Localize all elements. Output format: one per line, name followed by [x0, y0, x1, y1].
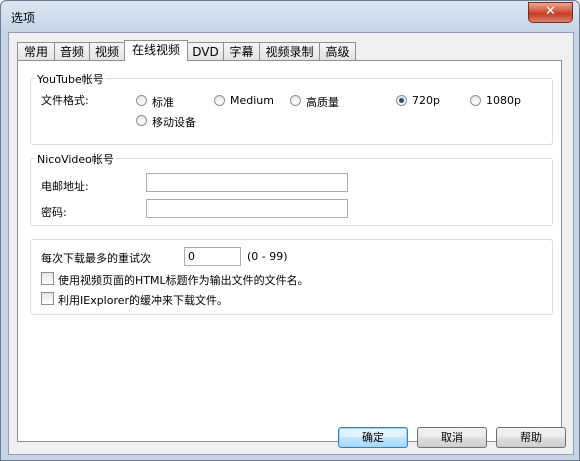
radio-medium-label: Medium — [230, 94, 274, 107]
radio-high-quality-indicator — [290, 95, 301, 106]
close-icon: ✕ — [545, 4, 556, 19]
email-label: 电邮地址: — [41, 180, 89, 193]
youtube-account-group — [30, 78, 553, 145]
dialog-client-area: 常用 音频 视频 在线视频 DVD 字幕 视频录制 高级 YouTube帐号 文… — [8, 32, 574, 455]
window-title: 选项 — [11, 11, 36, 25]
radio-720p-indicator — [396, 95, 407, 106]
ok-button[interactable]: 确定 — [338, 427, 408, 448]
online-video-panel: YouTube帐号 文件格式: 标准 Medium 高质量 720p 1080p — [17, 60, 562, 442]
email-field[interactable] — [146, 173, 348, 192]
ie-cache-checkbox-box — [41, 292, 54, 305]
html-title-filename-checkbox-box — [41, 272, 54, 285]
nicovideo-group-title: NicoVideo帐号 — [35, 151, 116, 167]
radio-high-quality-label: 高质量 — [306, 96, 339, 109]
tab-general[interactable]: 常用 — [17, 42, 55, 60]
options-dialog: 选项 ✕ 常用 音频 视频 在线视频 DVD 字幕 视频录制 高级 YouTub… — [0, 0, 580, 461]
radio-1080p-indicator — [470, 95, 481, 106]
radio-mobile-device-indicator — [136, 115, 147, 126]
title-bar[interactable]: 选项 ✕ — [1, 1, 579, 31]
tab-video[interactable]: 视频 — [89, 42, 125, 60]
password-field[interactable] — [146, 199, 348, 218]
radio-720p-label: 720p — [412, 94, 440, 107]
tab-dvd[interactable]: DVD — [187, 42, 224, 60]
radio-medium-indicator — [214, 95, 225, 106]
retry-range-label: (0 - 99) — [247, 250, 288, 263]
tab-audio[interactable]: 音频 — [54, 42, 90, 60]
tab-video-recording[interactable]: 视频录制 — [259, 42, 320, 60]
radio-mobile-device-label: 移动设备 — [152, 116, 196, 129]
password-label: 密码: — [41, 206, 67, 219]
close-button[interactable]: ✕ — [528, 2, 573, 23]
tab-online-video[interactable]: 在线视频 — [124, 40, 188, 61]
ie-cache-checkbox-label: 利用IExplorer的缓冲来下载文件。 — [58, 294, 229, 307]
tab-subtitles[interactable]: 字幕 — [223, 42, 260, 60]
radio-standard-indicator — [136, 95, 147, 106]
file-format-label: 文件格式: — [41, 94, 89, 107]
retry-count-label: 每次下载最多的重试次 — [41, 252, 151, 265]
tab-advanced[interactable]: 高级 — [319, 42, 356, 60]
cancel-button[interactable]: 取消 — [417, 427, 487, 448]
youtube-group-title: YouTube帐号 — [35, 71, 106, 87]
retry-count-input[interactable] — [184, 247, 241, 266]
radio-standard-label: 标准 — [152, 96, 174, 109]
html-title-filename-checkbox-label: 使用视频页面的HTML标题作为输出文件的文件名。 — [58, 274, 309, 287]
radio-1080p-label: 1080p — [486, 94, 521, 107]
help-button[interactable]: 帮助 — [496, 427, 566, 448]
